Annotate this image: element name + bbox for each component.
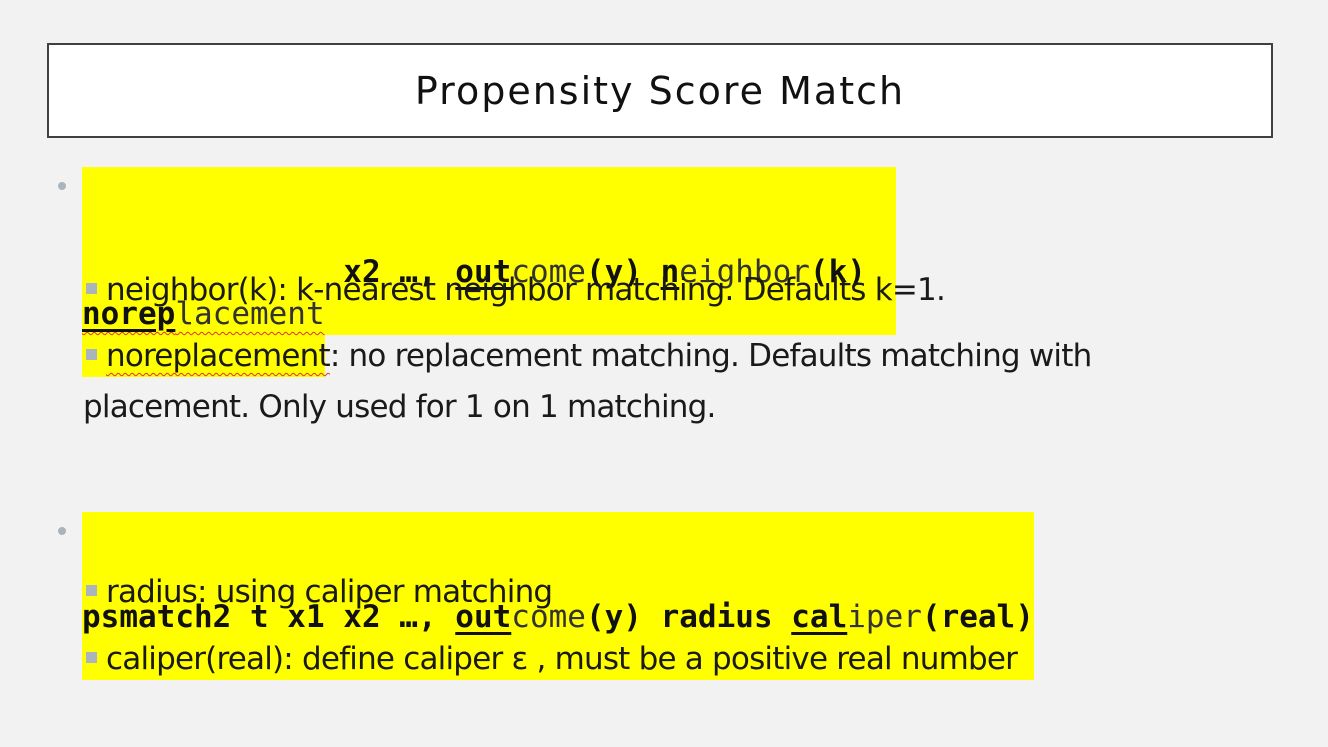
bullet-dot-2 <box>58 527 66 535</box>
option-caliper-arg: (real) <box>921 599 1034 635</box>
sub-bullet-radius-text: radius: using caliper matching <box>106 574 553 610</box>
sub-bullet-noreplacement-text-2: placement. Only used for 1 on 1 matching… <box>83 389 716 425</box>
sub-bullet-noreplacement-text: : no replacement matching. Defaults matc… <box>329 338 1092 374</box>
sub-bullet-caliper: caliper(real): define caliper ε , must b… <box>86 641 1018 677</box>
option-caliper-rest: iper <box>847 599 922 635</box>
sub-bullet-noreplacement-term: noreplacement <box>106 338 331 374</box>
sub-bullet-caliper-text: caliper(real): define caliper ε , must b… <box>106 641 1018 677</box>
square-bullet-icon <box>86 652 97 663</box>
option-outcome-arg: (y) radius <box>585 599 792 635</box>
slide-title: Propensity Score Match <box>414 68 906 113</box>
sub-bullet-noreplacement: noreplacement: no replacement matching. … <box>86 338 1092 374</box>
square-bullet-icon <box>86 283 97 294</box>
sub-bullet-noreplacement-continued: placement. Only used for 1 on 1 matching… <box>83 389 716 425</box>
square-bullet-icon <box>86 585 97 596</box>
square-bullet-icon <box>86 349 97 360</box>
sub-bullet-radius: radius: using caliper matching <box>86 574 553 610</box>
option-caliper-abbrev: cal <box>791 599 848 635</box>
title-box: Propensity Score Match <box>47 43 1273 138</box>
sub-bullet-neighbor-text: neighbor(k): k-nearest neighbor matching… <box>106 272 946 308</box>
bullet-dot-1 <box>58 182 66 190</box>
sub-bullet-neighbor: neighbor(k): k-nearest neighbor matching… <box>86 272 946 308</box>
